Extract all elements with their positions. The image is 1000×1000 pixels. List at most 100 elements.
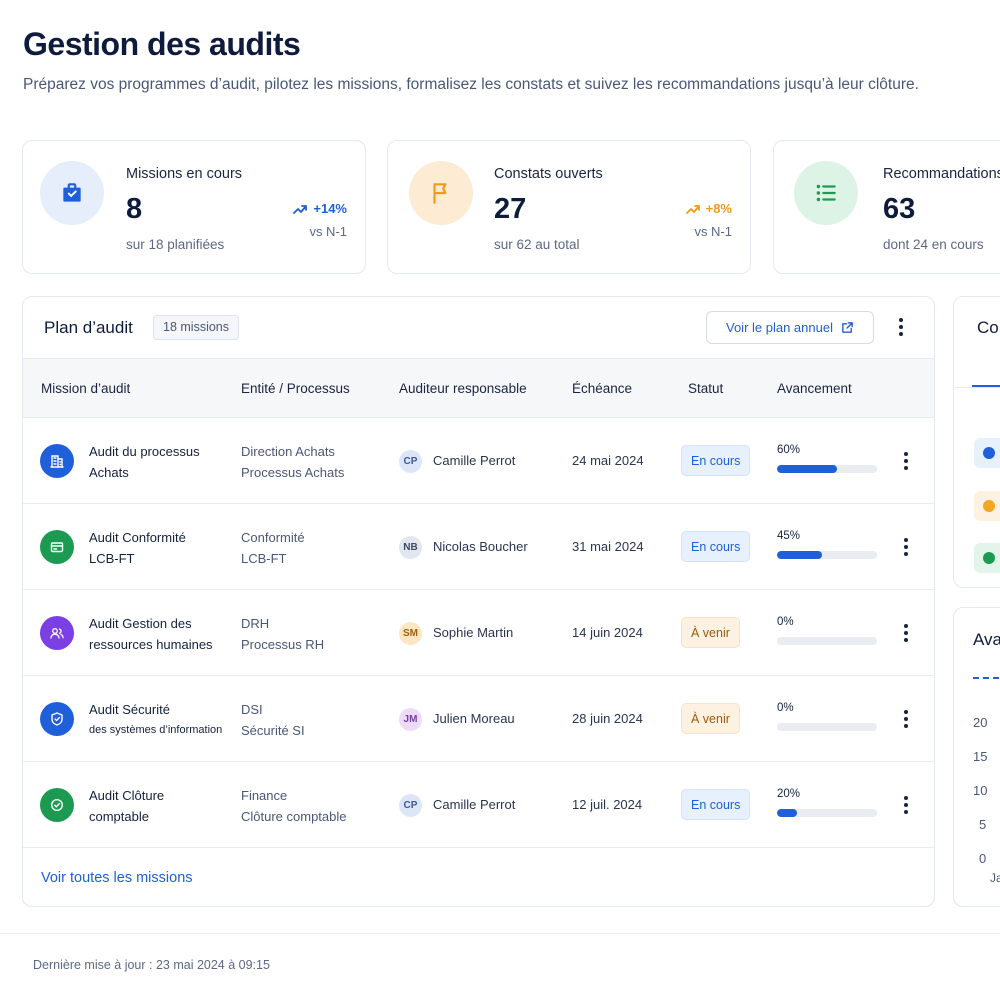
avatar: CP (399, 450, 422, 473)
kpi-label: Missions en cours (126, 166, 243, 182)
entity-process: Conformité LCB-FT (241, 527, 305, 569)
entity-line: Processus Achats (241, 465, 345, 480)
status-dot (983, 552, 995, 564)
column-header[interactable]: Échéance (572, 381, 632, 396)
entity-process: Finance Clôture comptable (241, 785, 347, 827)
side-panel-top: Co (953, 296, 1000, 588)
status-dot (983, 500, 995, 512)
side-list-item[interactable] (974, 491, 1000, 521)
progress-percent: 20% (777, 788, 801, 800)
mission-line: Audit Sécurité (89, 702, 170, 717)
page-subtitle: Préparez vos programmes d’audit, pilotez… (23, 76, 919, 93)
mission-line: ressources humaines (89, 637, 213, 652)
entity-line: Direction Achats (241, 444, 335, 459)
table-row[interactable]: Audit Sécurité des systèmes d’information… (23, 676, 934, 762)
chart-legend-dash (973, 677, 1000, 679)
progress-percent: 45% (777, 530, 801, 542)
mission-name: Audit Gestion des ressources humaines (89, 613, 229, 655)
kpi-card-missions[interactable]: Missions en cours 8 sur 18 planifiées +1… (22, 140, 366, 274)
kpi-trend: +14% (293, 201, 347, 216)
entity-line: Finance (241, 788, 288, 803)
entity-line: Conformité (241, 530, 305, 545)
status-badge: En cours (681, 531, 751, 562)
briefcase-icon (40, 161, 104, 225)
table-row[interactable]: Audit Gestion des ressources humaines DRH… (23, 590, 934, 676)
audit-plan-panel: Plan d’audit 18 missions Voir le plan an… (22, 296, 935, 907)
progress-bar (777, 551, 877, 559)
y-tick-label: 5 (979, 817, 987, 832)
row-more-icon[interactable] (896, 707, 916, 731)
side-panel-title: Co (977, 318, 999, 337)
more-options-icon[interactable] (891, 315, 911, 339)
progress-bar (777, 723, 877, 731)
annual-plan-button[interactable]: Voir le plan annuel (706, 311, 874, 344)
due-date: 28 juin 2024 (572, 711, 643, 726)
progress-bar-fill (777, 465, 837, 473)
kpi-label: Constats ouverts (494, 166, 603, 182)
chart-title: Ava (973, 630, 1000, 649)
y-tick-label: 15 (973, 749, 988, 764)
mission-name: Audit Conformité LCB-FT (89, 527, 229, 569)
entity-line: DRH (241, 616, 270, 631)
mission-line: comptable (89, 809, 149, 824)
column-header[interactable]: Entité / Processus (241, 381, 350, 396)
mission-line: Audit Clôture (89, 788, 165, 803)
progress-bar (777, 637, 877, 645)
progress-bar-fill (777, 551, 822, 559)
entity-process: DRH Processus RH (241, 613, 324, 655)
external-link-icon (842, 322, 853, 333)
kpi-sub: sur 62 au total (494, 237, 580, 252)
mission-name: Audit du processus Achats (89, 441, 229, 483)
kpi-card-recommendations[interactable]: Recommandations 63 dont 24 en cours (773, 140, 1000, 274)
column-header[interactable]: Mission d’audit (41, 381, 130, 396)
flag-icon (409, 161, 473, 225)
tab-divider (954, 387, 1000, 388)
active-tab-indicator (972, 385, 1000, 387)
due-date: 24 mai 2024 (572, 453, 644, 468)
mission-line: Achats (89, 465, 129, 480)
row-more-icon[interactable] (896, 449, 916, 473)
table-row[interactable]: Audit Conformité LCB-FT Conformité LCB-FT … (23, 504, 934, 590)
side-list-item[interactable] (974, 438, 1000, 468)
side-panel-chart: Ava 20 15 10 5 0 Ja (953, 607, 1000, 907)
avatar: JM (399, 708, 422, 731)
row-more-icon[interactable] (896, 621, 916, 645)
mission-line: LCB-FT (89, 551, 135, 566)
auditor-name: Camille Perrot (433, 453, 516, 468)
shield-icon (40, 702, 74, 736)
table-row[interactable]: Audit Clôture comptable Finance Clôture co… (23, 762, 934, 848)
mission-line: Audit Conformité (89, 530, 186, 545)
status-badge: En cours (681, 789, 751, 820)
column-header[interactable]: Auditeur responsable (399, 381, 527, 396)
table-header: Mission d’audit Entité / Processus Audit… (23, 358, 934, 418)
side-list-item[interactable] (974, 543, 1000, 573)
table-row[interactable]: Audit du processus Achats Direction Achat… (23, 418, 934, 504)
kpi-card-findings[interactable]: Constats ouverts 27 sur 62 au total +8% … (387, 140, 751, 274)
all-missions-link[interactable]: Voir toutes les missions (41, 870, 193, 886)
mission-line: des systèmes d’information (89, 724, 223, 736)
due-date: 12 juil. 2024 (572, 797, 643, 812)
column-header[interactable]: Statut (688, 381, 723, 396)
progress-percent: 60% (777, 444, 801, 456)
trend-up-icon (293, 204, 308, 214)
column-header[interactable]: Avancement (777, 381, 852, 396)
entity-line: Processus RH (241, 637, 325, 652)
entity-line: Sécurité SI (241, 723, 305, 738)
progress-percent: 0% (777, 702, 794, 714)
row-more-icon[interactable] (896, 793, 916, 817)
status-badge: En cours (681, 445, 751, 476)
auditor-name: Julien Moreau (433, 711, 515, 726)
auditor-name: Sophie Martin (433, 625, 514, 640)
progress-bar-fill (777, 809, 797, 817)
kpi-value: 8 (126, 193, 143, 225)
kpi-compare: vs N-1 (309, 224, 347, 239)
entity-line: Clôture comptable (241, 809, 347, 824)
progress-bar (777, 809, 877, 817)
missions-count-badge: 18 missions (153, 315, 239, 340)
footer-divider (0, 933, 1000, 934)
kpi-compare: vs N-1 (694, 224, 732, 239)
row-more-icon[interactable] (896, 535, 916, 559)
y-tick-label: 10 (973, 783, 988, 798)
status-dot (983, 447, 995, 459)
y-tick-label: 20 (973, 715, 988, 730)
